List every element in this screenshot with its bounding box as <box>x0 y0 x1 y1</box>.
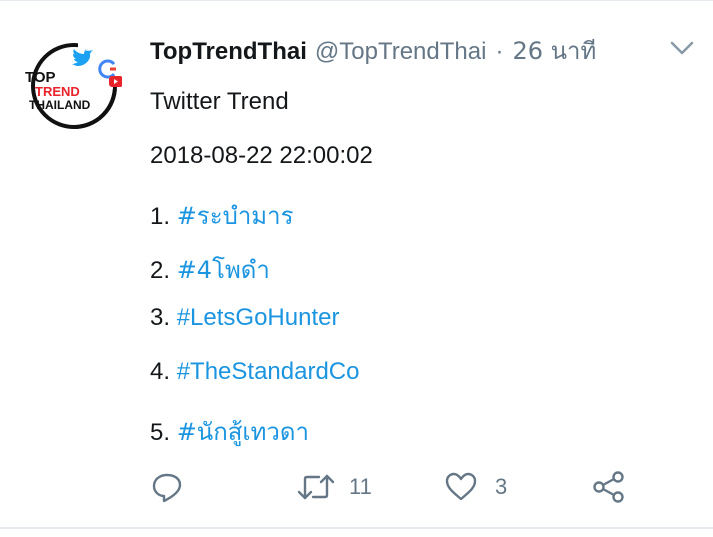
youtube-icon <box>109 76 122 87</box>
trend-rank: 2. <box>150 257 171 284</box>
tweet-timestamp: 2018-08-22 22:00:02 <box>150 142 373 169</box>
trend-rank: 3. <box>150 304 171 331</box>
tweet-title: Twitter Trend <box>150 88 289 115</box>
avatar-text-thailand: THAILAND <box>29 98 91 112</box>
bottom-divider <box>0 527 713 529</box>
trend-item: 2. #4โพดำ <box>150 250 270 289</box>
heart-icon <box>445 472 477 501</box>
retweet-button[interactable]: 11 <box>297 470 372 504</box>
trend-rank: 1. <box>150 203 171 230</box>
like-button[interactable]: 3 <box>444 470 507 504</box>
trend-item: 3. #LetsGoHunter <box>150 304 339 332</box>
like-count: 3 <box>495 474 508 499</box>
avatar-text-trend: TREND <box>35 84 80 99</box>
share-icon <box>593 471 624 503</box>
hashtag-link[interactable]: #LetsGoHunter <box>177 304 340 331</box>
trend-rank: 5. <box>150 419 171 446</box>
reply-icon <box>152 473 182 503</box>
top-divider <box>0 0 713 1</box>
retweet-icon <box>297 474 335 500</box>
share-button[interactable] <box>592 470 626 504</box>
hashtag-link[interactable]: #นักสู้เทวดา <box>177 418 309 446</box>
trend-item: 4. #TheStandardCo <box>150 358 359 386</box>
retweet-count: 11 <box>349 474 372 499</box>
trend-rank: 4. <box>150 358 171 385</box>
reply-button[interactable] <box>150 470 184 504</box>
chevron-down-icon[interactable] <box>668 38 696 58</box>
tweet-header: TopTrendThai @TopTrendThai · 26 นาที <box>150 31 596 66</box>
user-handle[interactable]: @TopTrendThai <box>315 38 487 66</box>
hashtag-link[interactable]: #TheStandardCo <box>177 358 360 385</box>
avatar[interactable]: TOP TREND THAILAND <box>22 40 122 132</box>
tweet-time[interactable]: 26 นาที <box>512 31 596 70</box>
trend-item: 5. #นักสู้เทวดา <box>150 412 309 451</box>
display-name[interactable]: TopTrendThai <box>150 38 307 66</box>
hashtag-link[interactable]: #4โพดำ <box>177 256 270 284</box>
trend-item: 1. #ระบำมาร <box>150 196 293 235</box>
hashtag-link[interactable]: #ระบำมาร <box>177 202 294 230</box>
separator-dot: · <box>495 38 504 65</box>
